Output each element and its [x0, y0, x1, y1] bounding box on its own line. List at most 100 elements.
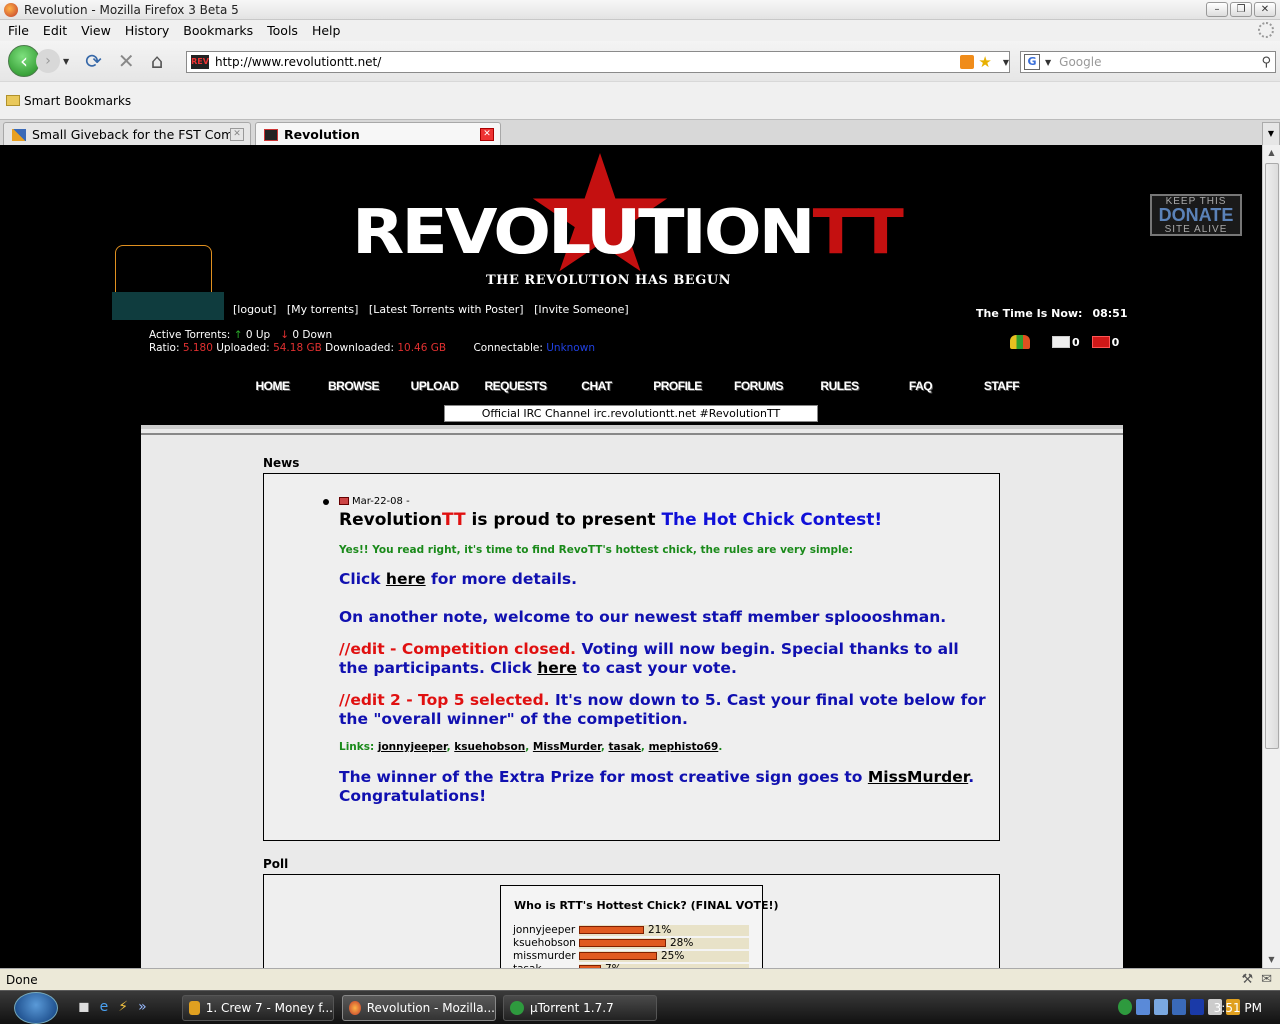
nav-upload[interactable]: UPLOAD — [394, 379, 475, 393]
tab-close-icon[interactable]: ✕ — [230, 128, 244, 141]
media-tray-icon[interactable] — [1190, 999, 1204, 1015]
nav-faq[interactable]: FAQ — [880, 379, 961, 393]
details-here-link[interactable]: here — [386, 570, 426, 588]
addon-icon[interactable]: ⚒ — [1241, 972, 1253, 987]
nav-forums[interactable]: FORUMS — [718, 379, 799, 393]
display-tray-icon[interactable] — [1172, 999, 1186, 1015]
news-headline: RevolutionTT is proud to present The Hot… — [339, 510, 882, 530]
uploaded-value: 54.18 GB — [273, 342, 322, 354]
nav-rules[interactable]: RULES — [799, 379, 880, 393]
menu-view[interactable]: View — [81, 23, 111, 38]
home-icon[interactable]: ⌂ — [151, 49, 164, 73]
my-torrents-link[interactable]: [My torrents] — [287, 303, 359, 316]
url-dropdown-icon[interactable]: ▼ — [1003, 58, 1009, 67]
tab-small-giveback[interactable]: Small Giveback for the FST Comm... ✕ — [3, 122, 251, 146]
search-input[interactable]: Google — [1059, 55, 1261, 69]
menu-bookmarks[interactable]: Bookmarks — [183, 23, 253, 38]
url-bar[interactable]: REV http://www.revolutiontt.net/ ★ ▼ — [186, 51, 1010, 73]
tab-revolution[interactable]: Revolution ✕ — [255, 122, 501, 146]
users-online-icon[interactable] — [1010, 335, 1030, 349]
tab-list-icon[interactable]: ▼ — [1262, 122, 1280, 146]
taskbar-item-firefox[interactable]: Revolution - Mozilla... — [342, 995, 496, 1021]
inbox-icon[interactable] — [1052, 336, 1070, 348]
user-status-icons: 0 0 — [1010, 335, 1131, 349]
link-ksuehobson[interactable]: ksuehobson — [454, 741, 525, 753]
scroll-down-icon[interactable]: ▼ — [1263, 952, 1280, 968]
rss-icon[interactable] — [960, 55, 975, 69]
maximize-button[interactable]: ❐ — [1230, 2, 1252, 17]
stop-icon[interactable]: ✕ — [118, 49, 135, 73]
more-icon[interactable]: » — [138, 999, 147, 1015]
new-mail-icon[interactable] — [1091, 336, 1110, 348]
link-missmurder[interactable]: MissMurder — [533, 741, 601, 753]
menu-edit[interactable]: Edit — [43, 23, 67, 38]
network2-tray-icon[interactable] — [1154, 999, 1168, 1015]
nav-chat[interactable]: CHAT — [556, 379, 637, 393]
vertical-scrollbar[interactable]: ▲ ▼ — [1262, 145, 1280, 968]
nav-browse[interactable]: BROWSE — [313, 379, 394, 393]
avatar — [115, 245, 212, 295]
url-input[interactable]: http://www.revolutiontt.net/ — [215, 55, 960, 69]
poll-option-name: jonnyjeeper — [513, 924, 576, 936]
uploaded-label: Uploaded: — [216, 342, 270, 354]
news-edit-2: //edit 2 - Top 5 selected. It's now down… — [339, 691, 994, 729]
reload-icon[interactable]: ⟳ — [85, 49, 102, 73]
winamp-icon[interactable]: ⚡ — [118, 999, 128, 1015]
link-tasak[interactable]: tasak — [608, 741, 640, 753]
scroll-thumb[interactable] — [1265, 163, 1279, 749]
start-button[interactable] — [14, 992, 58, 1024]
forward-button[interactable]: › — [36, 49, 60, 73]
poll-option-name: ksuehobson — [513, 937, 576, 949]
search-bar[interactable]: G ▼ Google ⚲ — [1020, 51, 1276, 73]
menu-help[interactable]: Help — [312, 23, 341, 38]
link-jonnyjeeper[interactable]: jonnyjeeper — [378, 741, 447, 753]
menu-tools[interactable]: Tools — [267, 23, 298, 38]
utorrent-task-icon — [510, 1001, 524, 1015]
donate-button[interactable]: KEEP THIS DONATE SITE ALIVE — [1150, 194, 1242, 236]
bookmark-star-icon[interactable]: ★ — [978, 53, 991, 71]
menu-history[interactable]: History — [125, 23, 169, 38]
main-panel: News Mar-22-08 - RevolutionTT is proud t… — [141, 425, 1123, 968]
contestant-links: Links: jonnyjeeper, ksuehobson, MissMurd… — [339, 741, 723, 753]
news-edit-1: //edit - Competition closed. Voting will… — [339, 640, 989, 678]
taskbar-item-utorrent[interactable]: µTorrent 1.7.7 — [503, 995, 657, 1021]
clock: 3:51 PM — [1213, 1001, 1262, 1015]
poll-question: Who is RTT's Hottest Chick? (FINAL VOTE!… — [514, 899, 779, 912]
ie-icon[interactable]: e — [100, 999, 109, 1015]
smart-bookmarks[interactable]: Smart Bookmarks — [24, 94, 131, 108]
taskbar-item-crew7[interactable]: 1. Crew 7 - Money f... — [182, 995, 334, 1021]
nav-home[interactable]: HOME — [232, 379, 313, 393]
nav-requests[interactable]: REQUESTS — [475, 379, 556, 393]
history-dropdown-icon[interactable]: ▼ — [63, 57, 69, 66]
google-engine-icon[interactable]: G — [1024, 54, 1040, 70]
minimize-button[interactable]: – — [1206, 2, 1228, 17]
search-icon[interactable]: ⚲ — [1261, 55, 1271, 70]
winner-link[interactable]: MissMurder — [868, 768, 968, 786]
taskbar-label: 1. Crew 7 - Money f... — [205, 1001, 333, 1015]
show-desktop-icon[interactable]: ◼ — [78, 999, 90, 1015]
logout-link[interactable]: [logout] — [233, 303, 276, 316]
nav-profile[interactable]: PROFILE — [637, 379, 718, 393]
network-tray-icon[interactable] — [1136, 999, 1150, 1015]
engine-dropdown-icon[interactable]: ▼ — [1045, 58, 1051, 67]
scroll-up-icon[interactable]: ▲ — [1263, 145, 1280, 161]
site-logo[interactable]: REVOLUTIONTT THE REVOLUTION HAS BEGUN — [352, 153, 904, 288]
connectable-label: Connectable: — [473, 342, 543, 354]
donate-line-2: DONATE — [1158, 205, 1234, 225]
invite-link[interactable]: [Invite Someone] — [534, 303, 629, 316]
close-button[interactable]: ✕ — [1254, 2, 1276, 17]
nav-staff[interactable]: STAFF — [961, 379, 1042, 393]
latest-torrents-link[interactable]: [Latest Torrents with Poster] — [369, 303, 524, 316]
vote-here-link[interactable]: here — [537, 659, 577, 677]
menu-file[interactable]: File — [8, 23, 29, 38]
user-links: [logout] [My torrents] [Latest Torrents … — [233, 303, 636, 316]
headline-contest: The Hot Chick Contest! — [661, 510, 883, 530]
news-flag-icon[interactable] — [339, 497, 349, 505]
mail-status-icon[interactable]: ✉ — [1261, 972, 1272, 987]
utorrent-tray-icon[interactable] — [1118, 999, 1132, 1015]
time-label: The Time Is Now: — [976, 307, 1083, 320]
site-navigation: HOME BROWSE UPLOAD REQUESTS CHAT PROFILE… — [232, 379, 1042, 393]
tab-close-icon[interactable]: ✕ — [480, 128, 494, 141]
poll-box: Who is RTT's Hottest Chick? (FINAL VOTE!… — [263, 874, 1000, 968]
link-mephisto69[interactable]: mephisto69 — [649, 741, 719, 753]
